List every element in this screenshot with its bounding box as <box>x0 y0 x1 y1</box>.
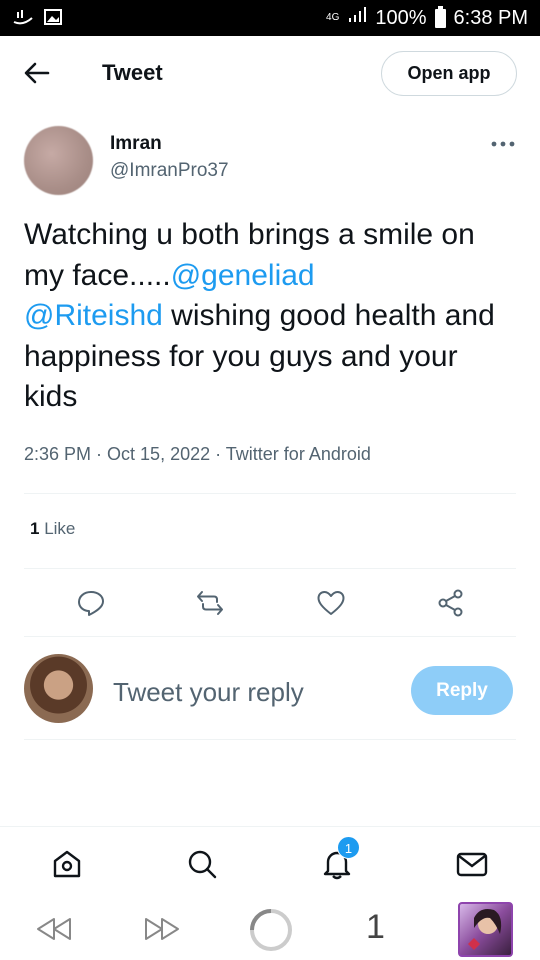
current-user-avatar <box>24 654 93 723</box>
page-title: Tweet <box>102 60 163 85</box>
top-bar: Tweet Open app <box>0 36 540 110</box>
reply-button[interactable]: Reply <box>411 666 513 715</box>
reply-input[interactable]: Tweet your reply <box>113 677 304 708</box>
browser-back-icon[interactable] <box>34 914 74 949</box>
signal-icon <box>347 6 367 30</box>
network-type: 4G <box>326 12 340 23</box>
author-avatar[interactable] <box>24 126 93 195</box>
mention-riteishd[interactable]: @Riteishd <box>24 299 163 332</box>
author-name[interactable]: Imran <box>110 133 162 155</box>
likes-count[interactable]: 1 Like <box>30 519 75 539</box>
reply-icon[interactable] <box>76 588 106 618</box>
divider <box>24 493 516 494</box>
tweet-text: Watching u both brings a smile on my fac… <box>24 215 514 418</box>
status-system: 4G 100% 6:38 PM <box>326 0 528 36</box>
author-handle[interactable]: @ImranPro37 <box>110 160 229 182</box>
tweet-meta: 2:36 PM · Oct 15, 2022 · Twitter for And… <box>24 444 371 464</box>
divider <box>24 636 516 637</box>
browser-profile-thumbnail[interactable] <box>458 902 513 957</box>
tab-count-button[interactable]: 1 <box>366 908 385 947</box>
divider <box>24 568 516 569</box>
retweet-icon[interactable] <box>195 588 225 618</box>
more-options-icon[interactable] <box>490 136 516 152</box>
back-arrow-icon[interactable] <box>22 58 52 88</box>
image-icon <box>44 9 62 30</box>
tweet-source[interactable]: Twitter for Android <box>226 444 371 464</box>
browser-forward-icon[interactable] <box>142 914 182 949</box>
like-count-label: Like <box>44 519 76 538</box>
clock: 6:38 PM <box>453 6 528 29</box>
messages-icon[interactable] <box>455 847 489 881</box>
loading-spinner-icon[interactable] <box>248 907 294 958</box>
usb-icon <box>12 8 34 31</box>
like-icon[interactable] <box>316 588 346 618</box>
tweet-time[interactable]: 2:36 PM <box>24 444 91 464</box>
battery-icon <box>434 5 446 28</box>
home-icon[interactable] <box>50 847 84 881</box>
open-app-button[interactable]: Open app <box>381 51 517 96</box>
tweet-date[interactable]: Oct 15, 2022 <box>107 444 210 464</box>
share-icon[interactable] <box>436 588 466 618</box>
like-count-number: 1 <box>30 519 40 538</box>
battery-percent: 100% <box>375 6 427 29</box>
bottom-nav <box>0 826 540 898</box>
status-notifications <box>12 8 62 31</box>
notification-badge: 1 <box>337 836 360 859</box>
status-bar: 4G 100% 6:38 PM <box>0 0 540 36</box>
mention-geneliad[interactable]: @geneliad <box>171 259 315 292</box>
search-icon[interactable] <box>185 847 219 881</box>
divider <box>24 739 516 740</box>
